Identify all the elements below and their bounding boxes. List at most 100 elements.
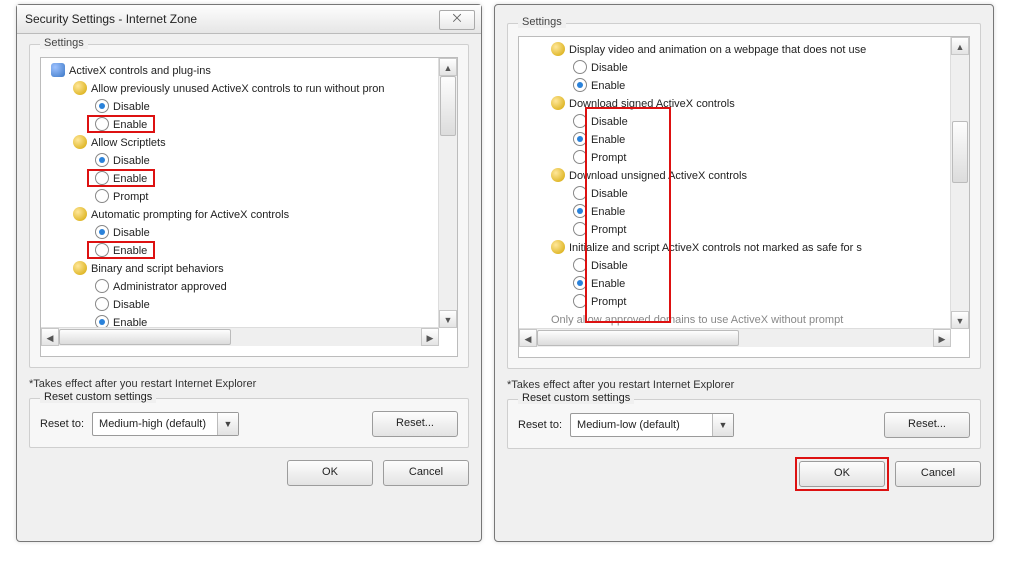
horizontal-scrollbar[interactable]: ◀ ▶ [519,328,951,347]
option-enable[interactable]: Enable [45,116,437,134]
radio-icon [573,186,587,200]
radio-icon [573,222,587,236]
tree-item[interactable]: Initialize and script ActiveX controls n… [523,239,949,257]
scroll-up-icon[interactable]: ▲ [439,58,457,76]
scroll-down-icon[interactable]: ▼ [439,310,457,328]
row-label: Enable [113,314,147,328]
ok-button[interactable]: OK [287,460,373,486]
row-label: Prompt [591,293,626,311]
option-disable[interactable]: Disable [45,224,437,242]
tree-item[interactable]: Allow Scriptlets [45,134,437,152]
radio-icon [95,117,109,131]
vertical-scrollbar[interactable]: ▲ ▼ [438,58,457,328]
reset-level-combobox[interactable]: Medium-low (default) ▼ [570,413,734,437]
option-prompt[interactable]: Prompt [45,188,437,206]
titlebar[interactable]: Security Settings - Internet Zone ⨉ [17,5,481,34]
reset-to-label: Reset to: [40,418,84,430]
row-label: Enable [591,131,625,149]
restart-note: *Takes effect after you restart Internet… [29,378,469,390]
row-label: Enable [113,242,147,260]
option-prompt[interactable]: Prompt [523,221,949,239]
item-icon [551,240,565,254]
scroll-right-icon[interactable]: ▶ [933,329,951,347]
radio-icon [573,150,587,164]
settings-legend: Settings [518,16,566,28]
radio-icon [573,60,587,74]
scroll-down-icon[interactable]: ▼ [951,311,969,329]
settings-tree[interactable]: ActiveX controls and plug-insAllow previ… [40,57,458,357]
scroll-thumb[interactable] [59,329,231,345]
reset-custom-settings-group: Reset custom settings Reset to: Medium-l… [507,399,981,449]
tree-item[interactable]: Binary and script behaviors [45,260,437,278]
option-enable[interactable]: Enable [523,77,949,95]
security-settings-window-left: Security Settings - Internet Zone ⨉ Sett… [16,4,482,542]
close-button[interactable]: ⨉ [439,10,475,30]
row-label: Disable [591,185,628,203]
tree-item[interactable]: Display video and animation on a webpage… [523,41,949,59]
settings-tree[interactable]: Display video and animation on a webpage… [518,36,970,358]
row-label: Prompt [113,188,148,206]
ok-button[interactable]: OK [799,461,885,487]
option-disable[interactable]: Disable [523,185,949,203]
reset-custom-settings-group: Reset custom settings Reset to: Medium-h… [29,398,469,448]
radio-icon [573,294,587,308]
radio-icon [573,114,587,128]
row-label: ActiveX controls and plug-ins [69,62,211,80]
option-disable[interactable]: Disable [523,59,949,77]
row-label: Download unsigned ActiveX controls [569,167,747,185]
reset-level-combobox[interactable]: Medium-high (default) ▼ [92,412,239,436]
window-title: Security Settings - Internet Zone [25,12,197,26]
option-disable[interactable]: Disable [523,257,949,275]
option-disable[interactable]: Disable [45,98,437,116]
option-disable[interactable]: Disable [45,296,437,314]
option-enable[interactable]: Enable [523,275,949,293]
scroll-left-icon[interactable]: ◀ [41,328,59,346]
cancel-button[interactable]: Cancel [383,460,469,486]
option-enable[interactable]: Enable [45,242,437,260]
row-label: Allow Scriptlets [91,134,166,152]
tree-item[interactable]: Download unsigned ActiveX controls [523,167,949,185]
scroll-up-icon[interactable]: ▲ [951,37,969,55]
radio-icon [95,279,109,293]
cancel-button[interactable]: Cancel [895,461,981,487]
radio-icon [573,78,587,92]
option-disable[interactable]: Disable [45,152,437,170]
tree-item[interactable]: Automatic prompting for ActiveX controls [45,206,437,224]
row-label: Enable [591,77,625,95]
row-label: Binary and script behaviors [91,260,224,278]
row-label: Initialize and script ActiveX controls n… [569,239,862,257]
horizontal-scrollbar[interactable]: ◀ ▶ [41,327,439,346]
row-label: Disable [113,98,150,116]
row-label: Disable [113,296,150,314]
reset-button[interactable]: Reset... [884,412,970,438]
option-enable[interactable]: Enable [523,203,949,221]
folder-icon [51,63,65,77]
option-administrator-approved[interactable]: Administrator approved [45,278,437,296]
row-label: Download signed ActiveX controls [569,95,735,113]
option-enable[interactable]: Enable [523,131,949,149]
tree-folder[interactable]: ActiveX controls and plug-ins [45,62,437,80]
tree-cut: Only allow approved domains to use Activ… [523,311,949,329]
reset-button[interactable]: Reset... [372,411,458,437]
tree-item[interactable]: Download signed ActiveX controls [523,95,949,113]
scroll-left-icon[interactable]: ◀ [519,329,537,347]
scroll-thumb[interactable] [952,121,968,183]
radio-icon [95,189,109,203]
row-label: Disable [113,224,150,242]
radio-icon [573,258,587,272]
option-enable[interactable]: Enable [45,314,437,328]
option-prompt[interactable]: Prompt [523,149,949,167]
option-disable[interactable]: Disable [523,113,949,131]
radio-icon [95,99,109,113]
scroll-thumb[interactable] [440,76,456,136]
option-prompt[interactable]: Prompt [523,293,949,311]
tree-item[interactable]: Allow previously unused ActiveX controls… [45,80,437,98]
option-enable[interactable]: Enable [45,170,437,188]
radio-icon [573,276,587,290]
item-icon [73,81,87,95]
scroll-thumb[interactable] [537,330,739,346]
scroll-right-icon[interactable]: ▶ [421,328,439,346]
item-icon [551,42,565,56]
vertical-scrollbar[interactable]: ▲ ▼ [950,37,969,329]
radio-icon [95,297,109,311]
